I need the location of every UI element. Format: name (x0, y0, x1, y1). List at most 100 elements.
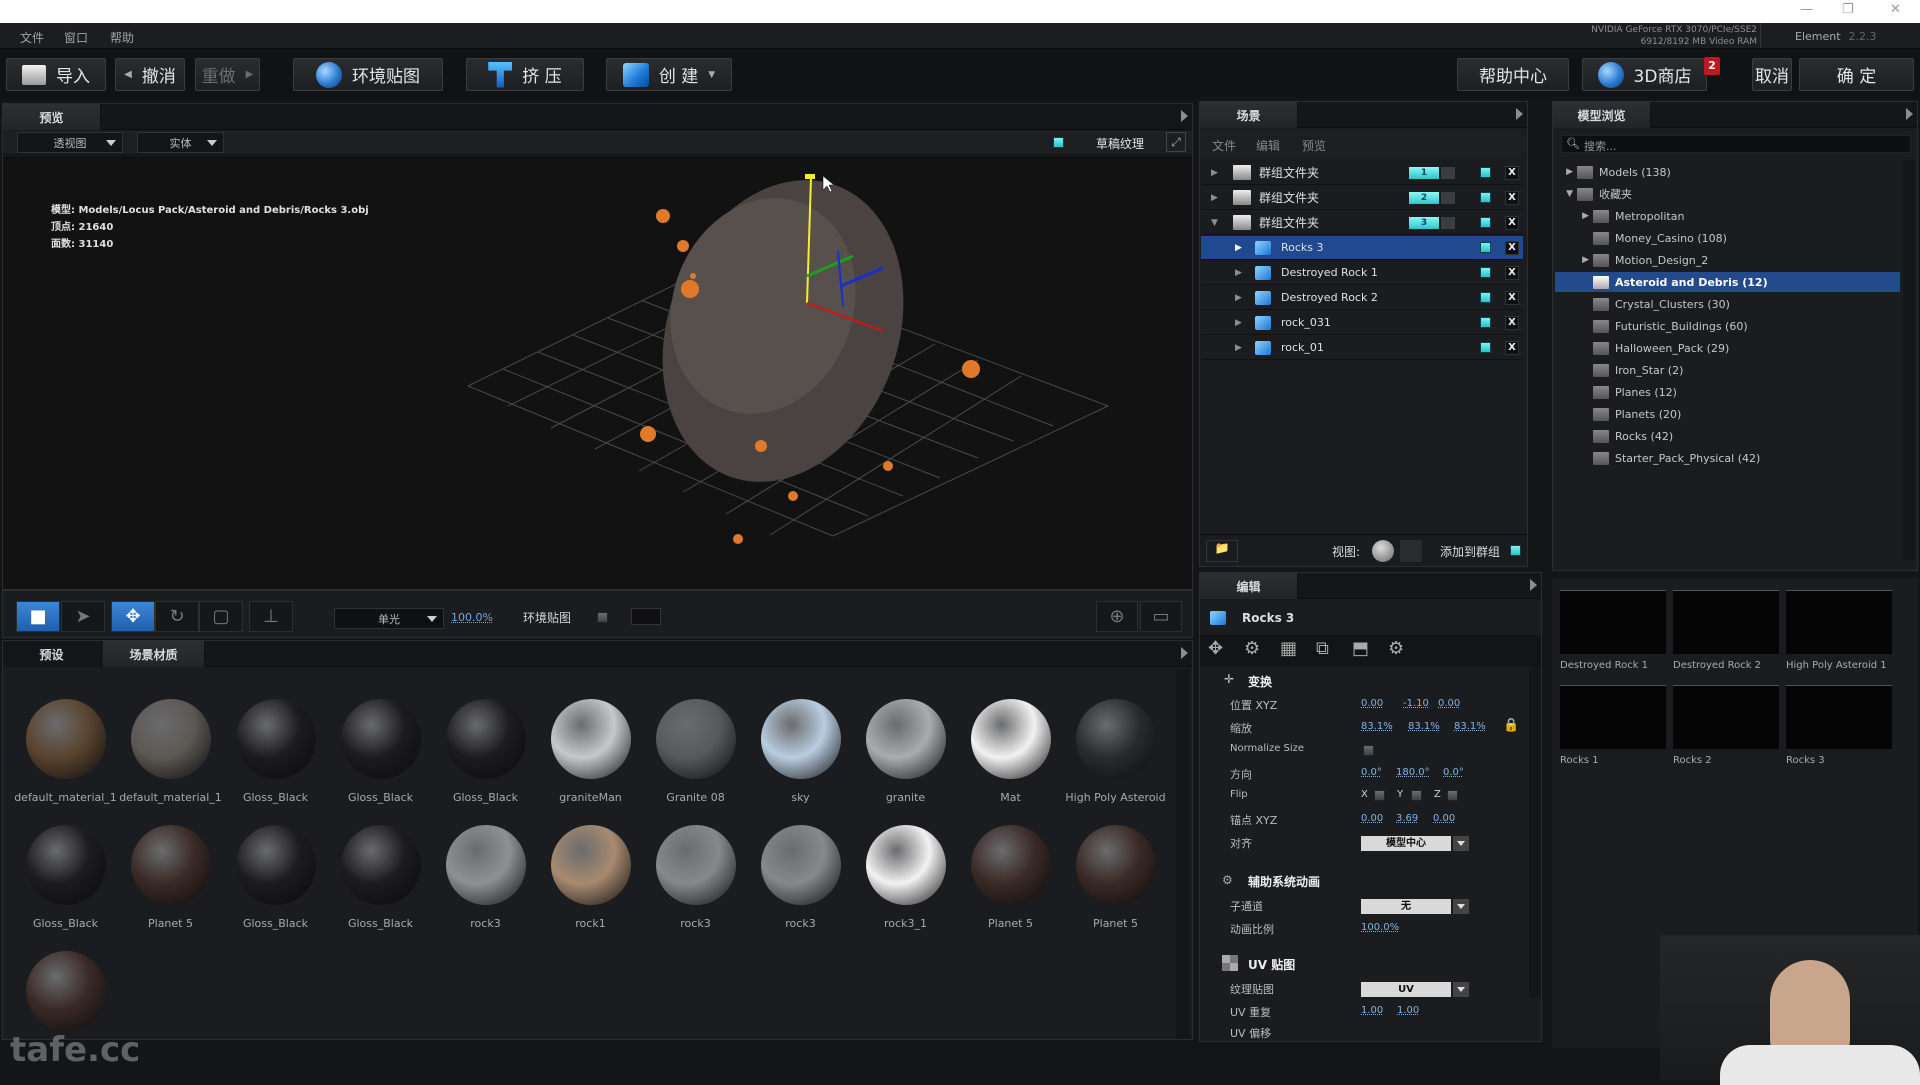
flip-z-toggle[interactable] (1447, 790, 1458, 801)
material-item[interactable]: Gloss_Black (223, 699, 328, 804)
model-thumbnail[interactable]: Rocks 1 (1560, 685, 1666, 766)
position-x[interactable]: 0.00 (1361, 698, 1383, 709)
tree-item[interactable]: Futuristic_Buildings (60) (1555, 316, 1900, 336)
delete-button[interactable]: X (1505, 290, 1519, 305)
visibility-toggle[interactable] (1480, 217, 1491, 228)
env-map-toggle[interactable] (597, 612, 608, 623)
transform-section-title[interactable]: 变换 (1248, 673, 1272, 690)
orientation-y[interactable]: 180.0° (1396, 767, 1430, 778)
tex-map-dropdown-arrow-icon[interactable] (1453, 982, 1469, 997)
scale-y[interactable]: 83.1% (1408, 721, 1440, 732)
material-item[interactable]: sky (748, 699, 853, 804)
gears-icon[interactable]: ⚙ (1244, 638, 1260, 659)
redo-button[interactable]: 重做 ▶ (195, 58, 260, 91)
3d-viewport[interactable]: 模型: Models/Locus Pack/Asteroid and Debri… (3, 156, 1192, 589)
scale-x[interactable]: 83.1% (1361, 721, 1393, 732)
env-map-button[interactable]: 环境贴图 (293, 58, 443, 91)
tex-map-dropdown[interactable]: UV (1361, 982, 1451, 997)
tab-scene[interactable]: 场景 (1200, 102, 1298, 128)
restore-button[interactable]: ❐ (1842, 2, 1854, 17)
view-texture-button[interactable] (1400, 540, 1422, 562)
undo-button[interactable]: ◀ 撤消 (115, 58, 185, 91)
model-thumbnail[interactable]: Destroyed Rock 1 (1560, 590, 1666, 671)
scene-menu-file[interactable]: 文件 (1212, 137, 1236, 154)
material-item[interactable]: granite (853, 699, 958, 804)
orientation-x[interactable]: 0.0° (1361, 767, 1382, 778)
tree-item[interactable]: Asteroid and Debris (12) (1555, 272, 1900, 292)
group-number-dropdown-icon[interactable] (1441, 216, 1455, 229)
subchannel-dropdown[interactable]: 无 (1361, 899, 1451, 914)
visibility-toggle[interactable] (1480, 267, 1491, 278)
expand-arrow-icon[interactable]: ▼ (1211, 218, 1218, 228)
scene-object-row[interactable]: ▶ Destroyed Rock 1 X (1201, 261, 1523, 285)
model-thumbnail[interactable]: Rocks 3 (1786, 685, 1892, 766)
transform-icon[interactable]: ✥ (1208, 638, 1223, 659)
visibility-toggle[interactable] (1480, 167, 1491, 178)
tree-item[interactable]: Rocks (42) (1555, 426, 1900, 446)
close-button[interactable]: ✕ (1890, 2, 1901, 17)
group-number[interactable]: 1 (1409, 166, 1439, 179)
tree-item[interactable]: ▶ Metropolitan (1555, 206, 1900, 226)
draft-texture-toggle[interactable] (1053, 137, 1064, 148)
tree-item[interactable]: ▶ Motion_Design_2 (1555, 250, 1900, 270)
group-number-dropdown-icon[interactable] (1441, 166, 1455, 179)
material-item[interactable]: Gloss_Black (328, 699, 433, 804)
checker-icon[interactable]: ▦ (1280, 638, 1297, 659)
flip-y-toggle[interactable] (1411, 790, 1422, 801)
settings-gear-icon[interactable]: ⚙ (1388, 638, 1404, 659)
panel-expand-arrow-icon[interactable] (1516, 108, 1523, 120)
visibility-toggle[interactable] (1480, 292, 1491, 303)
material-icon[interactable]: ⬒ (1352, 638, 1369, 659)
delete-button[interactable]: X (1505, 240, 1519, 255)
delete-button[interactable]: X (1505, 265, 1519, 280)
scene-object-row[interactable]: ▶ Rocks 3 X (1201, 236, 1523, 260)
tree-item[interactable]: Money_Casino (108) (1555, 228, 1900, 248)
expand-arrow-icon[interactable]: ▶ (1555, 167, 1577, 177)
model-thumbnail[interactable]: Rocks 2 (1673, 685, 1779, 766)
subchannel-dropdown-arrow-icon[interactable] (1453, 899, 1469, 914)
flip-x-toggle[interactable] (1374, 790, 1385, 801)
anim-scale-value[interactable]: 100.0% (1361, 922, 1399, 933)
align-dropdown-arrow-icon[interactable] (1453, 836, 1469, 851)
camera-tool-button[interactable]: ■ (16, 601, 60, 632)
scene-group-row[interactable]: ▶ 群组文件夹 2 X (1201, 186, 1523, 210)
position-z[interactable]: 0.00 (1438, 698, 1460, 709)
material-item[interactable]: Granite 08 (643, 699, 748, 804)
delete-button[interactable]: X (1505, 190, 1519, 205)
uv-repeat-v[interactable]: 1.00 (1397, 1005, 1419, 1016)
shading-dropdown[interactable]: 实体 (137, 132, 224, 153)
rotate-tool-button[interactable]: ↻ (155, 601, 199, 632)
new-folder-button[interactable]: 📁 (1206, 540, 1238, 562)
extrude-button[interactable]: 挤 压 (466, 58, 584, 91)
normalize-size-toggle[interactable] (1363, 745, 1374, 756)
3d-store-button[interactable]: 3D商店 2 (1582, 57, 1720, 91)
view-mode-dropdown[interactable]: 透视图 (17, 132, 123, 153)
expand-arrow-icon[interactable]: ▶ (1235, 318, 1242, 328)
anchor-y[interactable]: 3.69 (1396, 813, 1418, 824)
tree-item[interactable]: Crystal_Clusters (30) (1555, 294, 1900, 314)
uv-repeat-u[interactable]: 1.00 (1361, 1005, 1383, 1016)
align-dropdown[interactable]: 模型中心 (1361, 836, 1451, 851)
env-map-swatch[interactable] (631, 608, 661, 625)
tab-edit[interactable]: 编辑 (1200, 573, 1298, 599)
select-tool-button[interactable]: ➤ (61, 601, 105, 632)
uv-section-title[interactable]: UV 贴图 (1248, 956, 1295, 973)
panel-expand-arrow-icon[interactable] (1530, 579, 1537, 591)
expand-arrow-icon[interactable]: ▶ (1235, 243, 1242, 253)
add-to-group-toggle[interactable] (1510, 545, 1521, 556)
panel-expand-arrow-icon[interactable] (1181, 110, 1188, 122)
tree-item[interactable]: Halloween_Pack (29) (1555, 338, 1900, 358)
uv-icon[interactable]: ⧉ (1316, 638, 1329, 659)
light-mode-dropdown[interactable]: 单光 (334, 608, 444, 629)
axis-tool-button[interactable]: ⊥ (249, 601, 293, 632)
expand-arrow-icon[interactable]: ▶ (1235, 268, 1242, 278)
model-thumbnail[interactable]: High Poly Asteroid 1 (1786, 590, 1892, 671)
tree-item[interactable]: Iron_Star (2) (1555, 360, 1900, 380)
scene-group-row[interactable]: ▼ 群组文件夹 3 X (1201, 211, 1523, 235)
display-button[interactable]: ▭ (1140, 601, 1182, 632)
edit-scrollbar[interactable] (1529, 668, 1541, 998)
ok-button[interactable]: 确 定 (1799, 58, 1914, 91)
move-tool-button[interactable]: ✥ (111, 601, 155, 632)
tab-scene-materials[interactable]: 场景材质 (103, 641, 205, 667)
material-item[interactable]: Gloss_Black (13, 825, 118, 930)
